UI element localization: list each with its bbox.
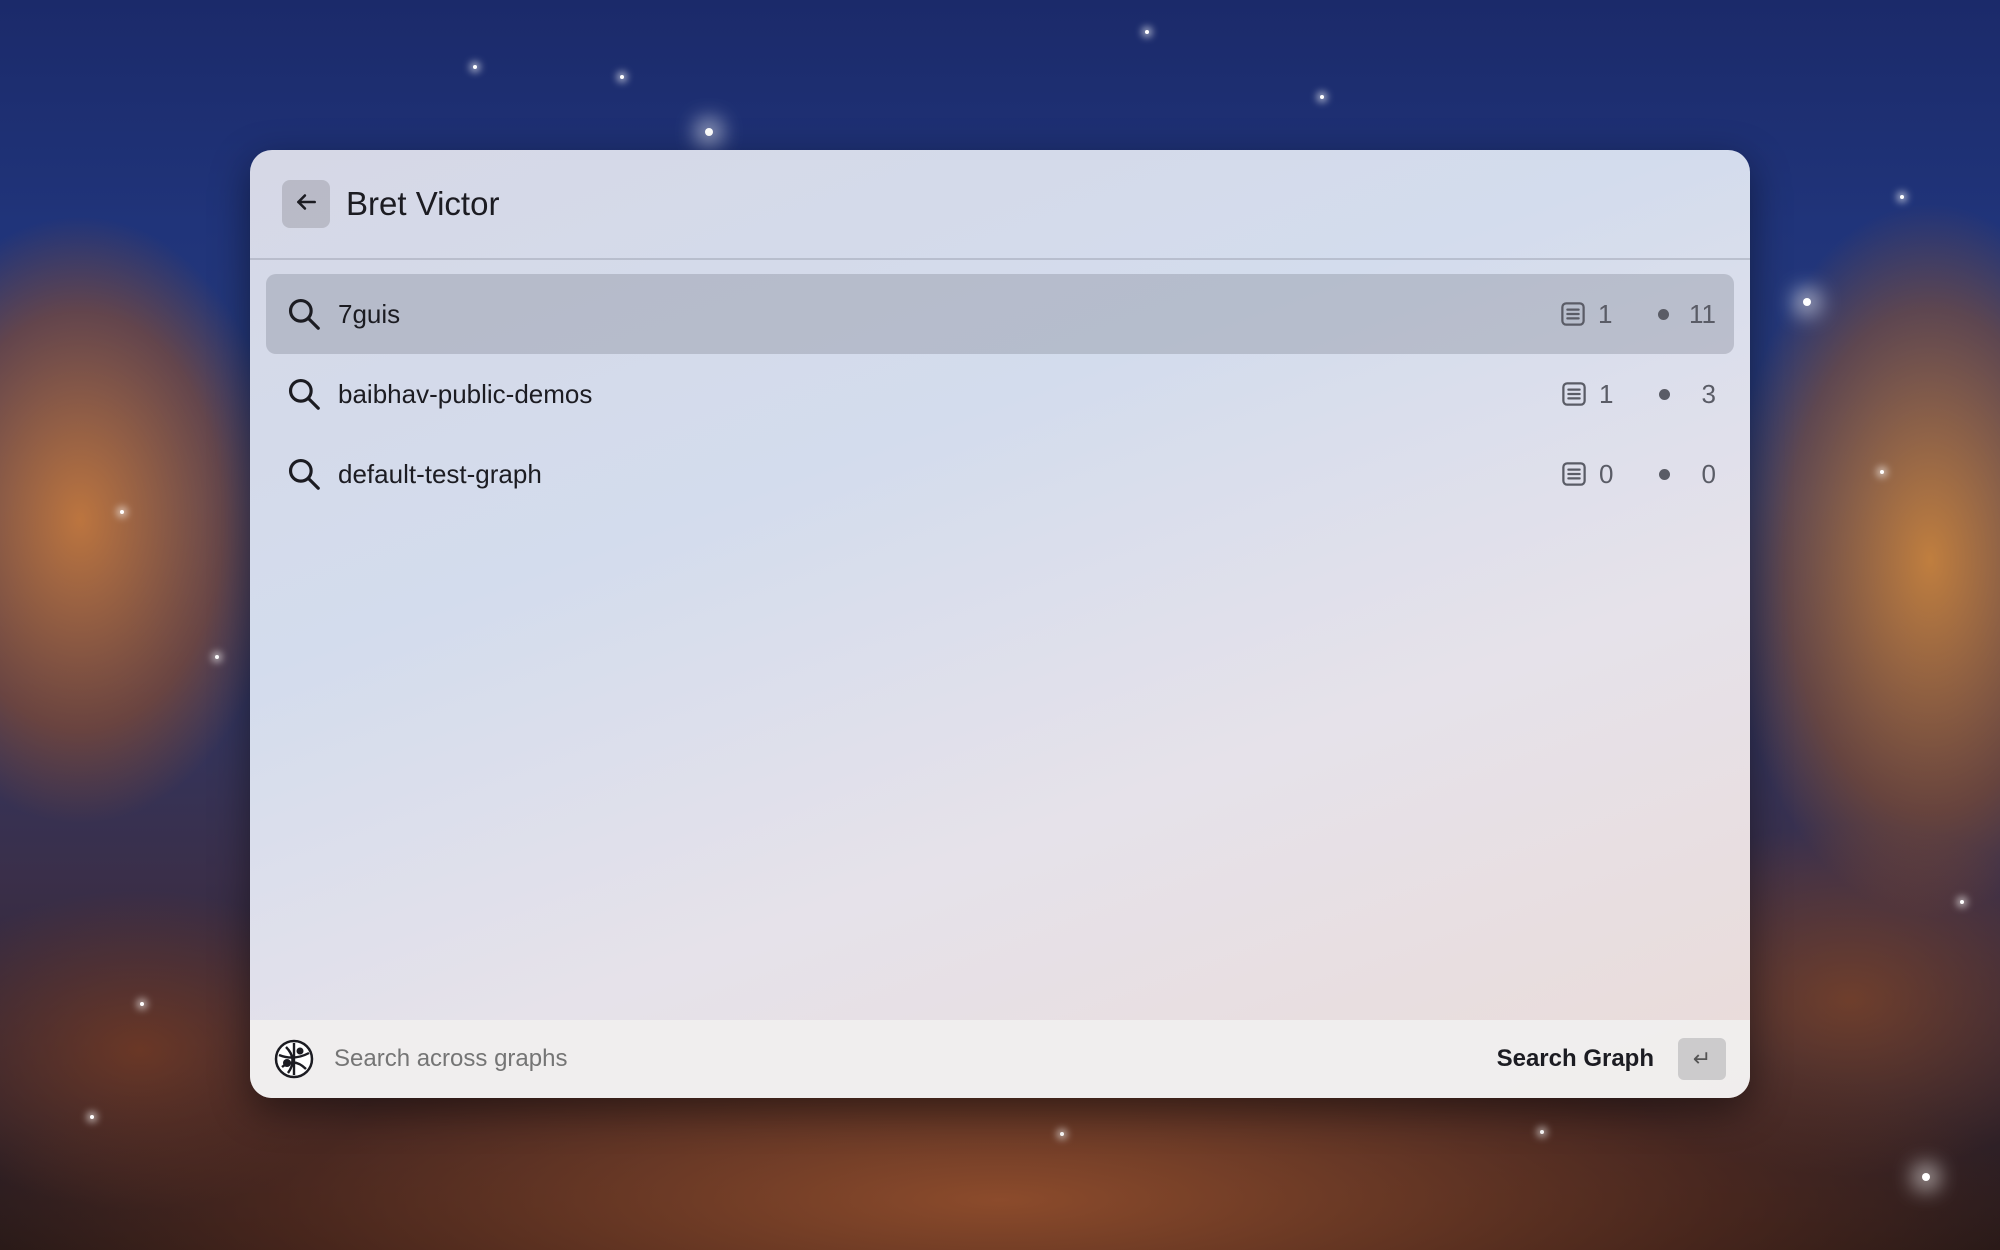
search-across-graphs-input[interactable]	[334, 1045, 1497, 1073]
graph-name: 7guis	[338, 298, 401, 329]
graph-row-7guis[interactable]: 7guis 1 11	[266, 274, 1734, 354]
graph-stats: 0 0	[1559, 459, 1716, 490]
document-count: 0	[1599, 458, 1614, 489]
app-logo-icon	[274, 1039, 314, 1079]
document-count: 1	[1598, 298, 1613, 329]
document-icon	[1559, 379, 1589, 409]
node-count: 0	[1701, 458, 1716, 489]
page-title: Bret Victor	[346, 185, 500, 222]
graph-row-baibhav-public-demos[interactable]: baibhav-public-demos 1 3	[266, 354, 1734, 434]
graph-name: baibhav-public-demos	[338, 378, 593, 409]
search-icon	[284, 294, 324, 334]
back-button[interactable]	[282, 180, 330, 228]
document-icon	[1559, 459, 1589, 489]
node-dot-icon	[1659, 468, 1670, 480]
footer-bar: Search Graph ↵	[250, 1020, 1750, 1098]
document-count: 1	[1599, 378, 1614, 409]
panel-header: Bret Victor	[250, 150, 1750, 260]
node-dot-icon	[1659, 388, 1670, 400]
enter-key-button[interactable]: ↵	[1678, 1038, 1726, 1080]
node-count: 11	[1689, 298, 1716, 329]
graph-row-default-test-graph[interactable]: default-test-graph 0 0	[266, 434, 1734, 514]
arrow-left-icon	[293, 189, 319, 220]
document-icon	[1558, 299, 1588, 329]
search-graph-action-label[interactable]: Search Graph	[1497, 1045, 1654, 1073]
node-dot-icon	[1658, 308, 1669, 320]
search-icon	[284, 374, 324, 414]
graph-stats: 1 11	[1558, 299, 1716, 330]
node-count: 3	[1701, 378, 1716, 409]
graph-list: 7guis 1 11 baibhav-public-demos 1 3 defa…	[250, 260, 1750, 514]
graph-name: default-test-graph	[338, 458, 542, 489]
graph-switcher-panel: Bret Victor 7guis 1 11 baibhav-public-de…	[250, 150, 1750, 1098]
graph-stats: 1 3	[1559, 379, 1716, 410]
search-icon	[284, 454, 324, 494]
